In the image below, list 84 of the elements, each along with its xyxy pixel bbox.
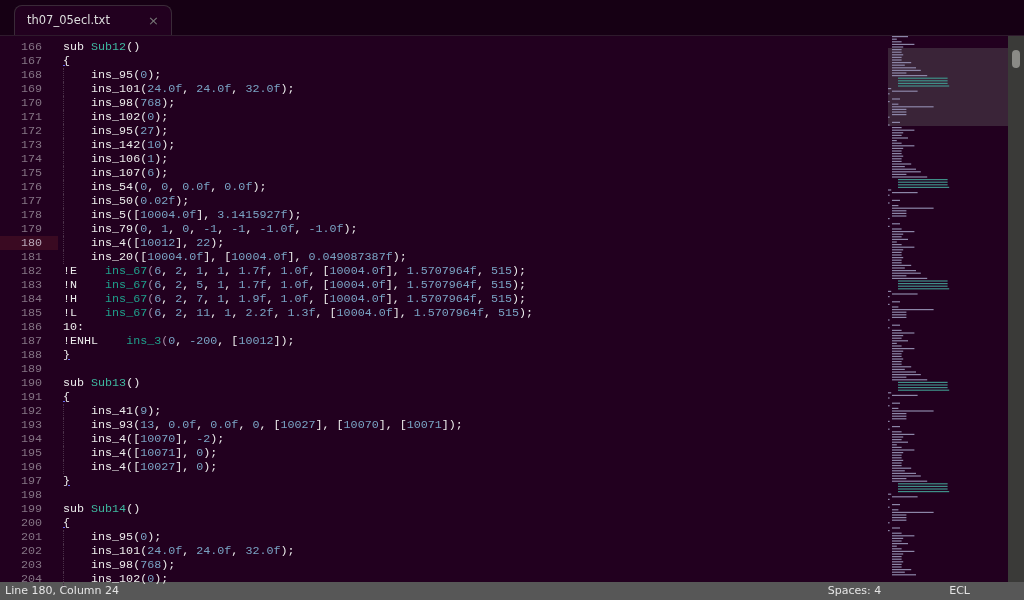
line-number: 184 bbox=[19, 292, 43, 306]
code-line: ins_93(13, 0.0f, 0.0f, 0, [10027], [10070], [10071]); bbox=[90, 418, 463, 432]
line-number: 196 bbox=[19, 460, 43, 474]
line-number: 183 bbox=[19, 278, 43, 292]
code-line: { bbox=[63, 516, 71, 530]
line-number: 166 bbox=[19, 40, 43, 54]
line-number: 172 bbox=[19, 124, 43, 138]
line-number: 201 bbox=[19, 530, 43, 544]
code-line: !ENHL ins_3(0, -200, [10012]); bbox=[63, 334, 295, 348]
code-line: } bbox=[63, 348, 71, 362]
line-number: 198 bbox=[19, 488, 43, 502]
code-line: !N ins_67(6, 2, 5, 1, 1.7f, 1.0f, [10004.0f], 1.5707964f, 515); bbox=[63, 278, 526, 292]
code-line: !H ins_67(6, 2, 7, 1, 1.9f, 1.0f, [10004.0f], 1.5707964f, 515); bbox=[63, 292, 526, 306]
syntax-setting[interactable]: ECL bbox=[949, 582, 970, 600]
code-line: sub Sub13() bbox=[63, 376, 141, 390]
line-number: 193 bbox=[19, 418, 43, 432]
code-line: sub Sub12() bbox=[63, 40, 141, 54]
line-number: 188 bbox=[19, 348, 43, 362]
code-line: ins_50(0.02f); bbox=[90, 194, 190, 208]
line-number: 167 bbox=[19, 54, 43, 68]
line-number: 171 bbox=[19, 110, 43, 124]
line-number: 192 bbox=[19, 404, 43, 418]
code-line: ins_98(768); bbox=[90, 96, 176, 110]
code-line: ins_4([10071], 0); bbox=[90, 446, 218, 460]
code-line: } bbox=[63, 474, 71, 488]
line-number: 175 bbox=[19, 166, 43, 180]
line-number: 200 bbox=[19, 516, 43, 530]
cursor-position: Line 180, Column 24 bbox=[5, 584, 120, 599]
code-line: !E ins_67(6, 2, 1, 1, 1.7f, 1.0f, [10004.0f], 1.5707964f, 515); bbox=[63, 264, 526, 278]
line-number: 191 bbox=[19, 390, 43, 404]
code-line: ins_4([10012], 22); bbox=[90, 236, 225, 250]
line-number: 195 bbox=[19, 446, 43, 460]
code-line: ins_95(0); bbox=[90, 68, 162, 82]
code-line: ins_4([10027], 0); bbox=[90, 460, 218, 474]
line-number: 199 bbox=[19, 502, 43, 516]
line-number: 177 bbox=[19, 194, 43, 208]
line-number: 204 bbox=[19, 572, 43, 586]
line-number: 180 bbox=[0, 236, 58, 250]
code-line: ins_102(0); bbox=[90, 110, 169, 124]
code-line: ins_107(6); bbox=[90, 166, 169, 180]
code-line: { bbox=[63, 54, 71, 68]
code-line: ins_102(0); bbox=[90, 572, 169, 586]
line-number: 176 bbox=[19, 180, 43, 194]
line-number: 182 bbox=[19, 264, 43, 278]
line-number: 179 bbox=[19, 222, 43, 236]
indentation-setting[interactable]: Spaces: 4 bbox=[827, 582, 882, 600]
line-number: 181 bbox=[19, 250, 43, 264]
line-number: 178 bbox=[19, 208, 43, 222]
line-number: 185 bbox=[19, 306, 43, 320]
line-number: 194 bbox=[19, 432, 43, 446]
code-line: ins_95(27); bbox=[90, 124, 169, 138]
scroll-thumb[interactable] bbox=[1012, 50, 1020, 68]
code-line: ins_101(24.0f, 24.0f, 32.0f); bbox=[90, 82, 295, 96]
code-line: { bbox=[63, 390, 71, 404]
code-line: ins_101(24.0f, 24.0f, 32.0f); bbox=[90, 544, 295, 558]
line-number: 168 bbox=[19, 68, 43, 82]
line-number: 174 bbox=[19, 152, 43, 166]
code-line: sub Sub14() bbox=[63, 502, 141, 516]
code-line: ins_54(0, 0, 0.0f, 0.0f); bbox=[90, 180, 267, 194]
line-number: 189 bbox=[19, 362, 43, 376]
line-number: 203 bbox=[19, 558, 43, 572]
tab[interactable]: th07_05ecl.txt × bbox=[14, 5, 172, 35]
line-number: 173 bbox=[19, 138, 43, 152]
code-line: ins_98(768); bbox=[90, 558, 176, 572]
code-line: ins_5([10004.0f], 3.1415927f); bbox=[90, 208, 302, 222]
line-number: 170 bbox=[19, 96, 43, 110]
code-line: ins_79(0, 1, 0, -1, -1, -1.0f, -1.0f); bbox=[90, 222, 358, 236]
code-line: ins_95(0); bbox=[90, 530, 162, 544]
tab-title: th07_05ecl.txt bbox=[27, 11, 110, 29]
code-line: ins_41(9); bbox=[90, 404, 162, 418]
code-line: 10: bbox=[63, 320, 85, 334]
line-number: 197 bbox=[19, 474, 43, 488]
scrollbar[interactable] bbox=[1008, 36, 1024, 582]
line-number: 187 bbox=[19, 334, 43, 348]
code-line: ins_142(10); bbox=[90, 138, 176, 152]
close-button[interactable]: × bbox=[148, 10, 159, 31]
code-line: !L ins_67(6, 2, 11, 1, 2.2f, 1.3f, [10004.0f], 1.5707964f, 515); bbox=[63, 306, 533, 320]
code-line: ins_106(1); bbox=[90, 152, 169, 166]
code-line: ins_4([10070], -2); bbox=[90, 432, 225, 446]
line-number: 169 bbox=[19, 82, 43, 96]
line-number: 186 bbox=[19, 320, 43, 334]
line-number: 202 bbox=[19, 544, 43, 558]
line-number: 190 bbox=[19, 376, 43, 390]
code-line: ins_20([10004.0f], [10004.0f], 0.049087387f); bbox=[90, 250, 407, 264]
